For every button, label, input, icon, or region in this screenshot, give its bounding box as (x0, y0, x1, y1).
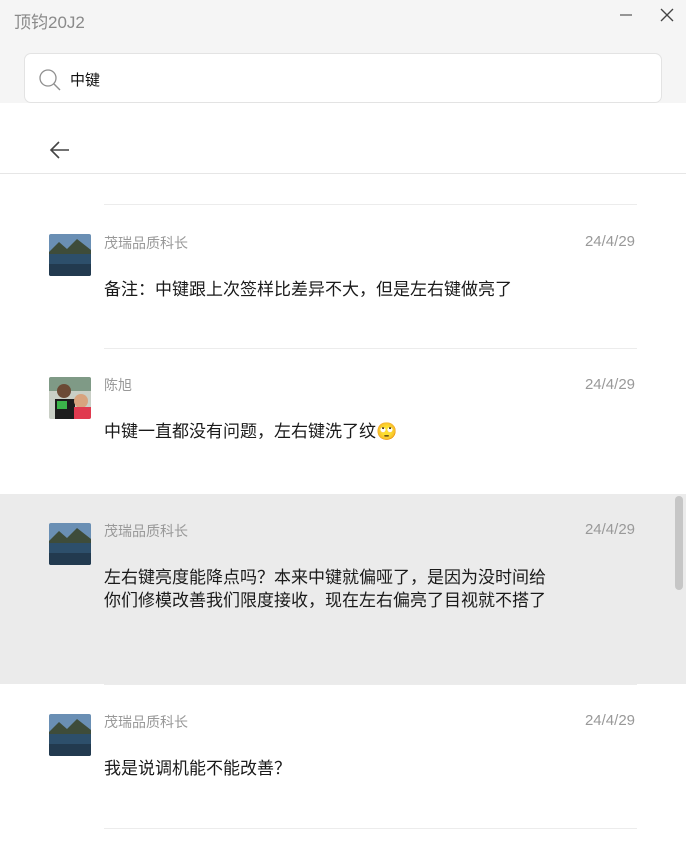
landscape-avatar (49, 714, 91, 756)
search-input[interactable]: 中键 (24, 53, 662, 103)
title-bar: 顶钧20J2 中键 (0, 0, 686, 103)
divider (104, 828, 637, 829)
emoji-eyeroll: 🙄 (376, 422, 398, 441)
sender-name: 茂瑞品质科长 (104, 714, 188, 730)
sender-name: 茂瑞品质科长 (104, 523, 188, 539)
message-text: 备注：中键跟上次签样比差异不大，但是左右键做亮了 (104, 280, 512, 299)
message-text: 我是说调机能不能改善？ (104, 759, 291, 778)
message-item[interactable]: 茂瑞品质科长 24/4/29 我是说调机能不能改善？ (0, 685, 686, 828)
sender-name: 茂瑞品质科长 (104, 235, 188, 251)
scrollbar-thumb[interactable] (675, 496, 683, 590)
minimize-icon (620, 14, 632, 16)
back-arrow-icon[interactable] (47, 137, 73, 163)
landscape-avatar (49, 234, 91, 276)
message-item-highlighted[interactable]: 茂瑞品质科长 24/4/29 左右键亮度能降点吗？本来中键就偏哑了，是因为没时间… (0, 494, 686, 684)
message-text: 左右键亮度能降点吗？本来中键就偏哑了，是因为没时间给你们修模改善我们限度接收，现… (104, 568, 546, 610)
message-date: 24/4/29 (584, 233, 635, 250)
message-date: 24/4/29 (584, 712, 635, 729)
minimize-button[interactable] (611, 4, 641, 26)
message-date: 24/4/29 (584, 376, 635, 393)
close-button[interactable] (652, 4, 682, 26)
sender-name: 陈旭 (104, 377, 132, 393)
message-text: 中键一直都没有问题，左右键洗了纹🙄 (104, 420, 550, 443)
search-query[interactable]: 中键 (70, 69, 100, 90)
landscape-avatar (49, 523, 91, 565)
message-item[interactable]: 陈旭 24/4/29 中键一直都没有问题，左右键洗了纹🙄 (0, 349, 686, 494)
message-date: 24/4/29 (584, 521, 635, 538)
window-title: 顶钧20J2 (14, 13, 85, 32)
search-icon (39, 69, 61, 91)
person-avatar (49, 377, 91, 419)
message-text-body: 中键一直都没有问题，左右键洗了纹 (104, 422, 376, 441)
navigation-bar (0, 103, 686, 174)
close-icon (660, 8, 674, 22)
search-results-list: 茂瑞品质科长 24/4/29 备注：中键跟上次签样比差异不大，但是左右键做亮了 … (0, 174, 686, 844)
message-item[interactable]: 茂瑞品质科长 24/4/29 备注：中键跟上次签样比差异不大，但是左右键做亮了 (0, 205, 686, 348)
